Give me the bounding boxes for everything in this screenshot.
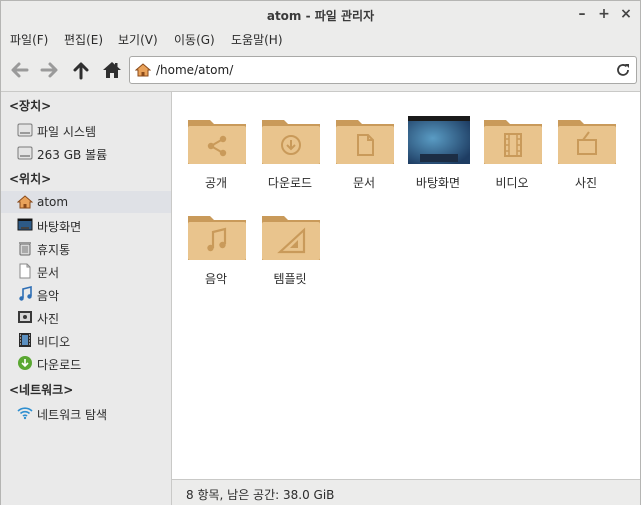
trash-icon: [19, 242, 31, 256]
drive-icon: [17, 123, 33, 137]
sidebar-item-label: 다운로드: [37, 358, 82, 372]
sidebar-item-network[interactable]: 네트워크 탐색: [1, 402, 171, 424]
music-icon: [188, 216, 246, 260]
network-header: <네트워크>: [9, 383, 74, 397]
document-icon: [19, 263, 31, 279]
folder-item-music[interactable]: 음악: [179, 198, 253, 288]
folder-item-templates[interactable]: 템플릿: [253, 198, 327, 288]
folder-item-public[interactable]: 공개: [179, 102, 253, 192]
menu-file[interactable]: 파일(F): [10, 31, 48, 48]
desktop-icon: [408, 116, 470, 164]
sidebar-item-trash[interactable]: 휴지통: [1, 237, 171, 259]
sidebar-item-label: 음악: [37, 289, 60, 303]
refresh-icon[interactable]: [615, 62, 631, 78]
folder-label: 사진: [574, 176, 598, 190]
sidebar-item-label: 문서: [37, 266, 60, 280]
minimize-button[interactable]: –: [573, 5, 591, 23]
sidebar-item-videos[interactable]: 비디오: [1, 329, 171, 351]
sidebar-item-label: 휴지통: [37, 243, 71, 257]
download-icon: [18, 356, 32, 370]
folder-label: 템플릿: [273, 272, 307, 286]
file-view[interactable]: 공개 다운로드 문서 바탕화면 비디오 사진 음악 템플릿: [172, 91, 640, 479]
path-input[interactable]: /home/atom/: [156, 63, 233, 77]
document-icon: [336, 120, 394, 164]
path-bar[interactable]: /home/atom/: [129, 56, 637, 84]
folder-item-videos[interactable]: 비디오: [475, 102, 549, 192]
download-icon: [262, 120, 320, 164]
back-button[interactable]: [7, 58, 31, 82]
toolbar: /home/atom/: [1, 50, 640, 90]
close-button[interactable]: ×: [617, 5, 635, 23]
picture-icon: [558, 120, 616, 164]
sidebar-item-label: 비디오: [37, 335, 71, 349]
sidebar-item-label: 263 GB 볼륨: [37, 148, 108, 162]
folder-item-downloads[interactable]: 다운로드: [253, 102, 327, 192]
sidebar-item-home[interactable]: atom: [1, 191, 171, 213]
sidebar-item-label: 네트워크 탐색: [37, 408, 108, 422]
video-icon: [19, 333, 31, 347]
sidebar-item-music[interactable]: 음악: [1, 283, 171, 305]
menu-edit[interactable]: 편집(E): [64, 31, 103, 48]
home-icon: [103, 62, 121, 78]
sidebar-item-volume[interactable]: 263 GB 볼륨: [1, 142, 171, 164]
sidebar-item-filesystem[interactable]: 파일 시스템: [1, 119, 171, 141]
sidebar-item-label: 바탕화면: [37, 220, 82, 234]
sidebar-item-pictures[interactable]: 사진: [1, 306, 171, 328]
up-button[interactable]: [69, 58, 93, 82]
video-icon: [484, 120, 542, 164]
folder-item-documents[interactable]: 문서: [327, 102, 401, 192]
sidebar-item-downloads[interactable]: 다운로드: [1, 352, 171, 374]
file-manager-window: atom - 파일 관리자 – + × 파일(F) 편집(E) 보기(V) 이동…: [0, 0, 641, 505]
sidebar-item-label: 사진: [37, 312, 60, 326]
picture-icon: [18, 311, 32, 323]
sidebar: <장치> 파일 시스템 263 GB 볼륨 <위치> atom 바탕화면 휴지통…: [1, 91, 172, 505]
devices-header: <장치>: [9, 99, 52, 113]
status-text: 8 항목, 남은 공간: 38.0 GiB: [186, 488, 335, 502]
arrow-up-icon: [73, 62, 89, 80]
arrow-right-icon: [40, 62, 58, 78]
music-icon: [19, 286, 32, 301]
menu-go[interactable]: 이동(G): [174, 31, 215, 48]
maximize-button[interactable]: +: [595, 5, 613, 23]
sidebar-item-label: atom: [37, 195, 69, 209]
sidebar-item-documents[interactable]: 문서: [1, 260, 171, 282]
places-header: <위치>: [9, 172, 52, 186]
status-bar: 8 항목, 남은 공간: 38.0 GiB: [172, 479, 640, 505]
title-bar[interactable]: atom - 파일 관리자 – + ×: [1, 1, 640, 28]
desktop-icon: [17, 218, 33, 231]
forward-button[interactable]: [38, 58, 62, 82]
folder-item-desktop[interactable]: 바탕화면: [401, 102, 475, 192]
share-icon: [188, 120, 246, 164]
menu-view[interactable]: 보기(V): [118, 31, 158, 48]
arrow-left-icon: [11, 62, 29, 78]
home-button[interactable]: [100, 58, 124, 82]
window-title: atom - 파일 관리자: [266, 9, 375, 23]
wifi-icon: [17, 407, 33, 420]
home-icon: [17, 195, 33, 209]
sidebar-item-label: 파일 시스템: [37, 125, 97, 139]
drive-icon: [17, 146, 33, 160]
menu-bar: 파일(F) 편집(E) 보기(V) 이동(G) 도움말(H): [1, 28, 640, 50]
folder-item-pictures[interactable]: 사진: [549, 102, 623, 192]
home-folder-icon: [135, 63, 151, 77]
template-icon: [262, 216, 320, 260]
menu-help[interactable]: 도움말(H): [231, 31, 283, 48]
sidebar-item-desktop[interactable]: 바탕화면: [1, 214, 171, 236]
